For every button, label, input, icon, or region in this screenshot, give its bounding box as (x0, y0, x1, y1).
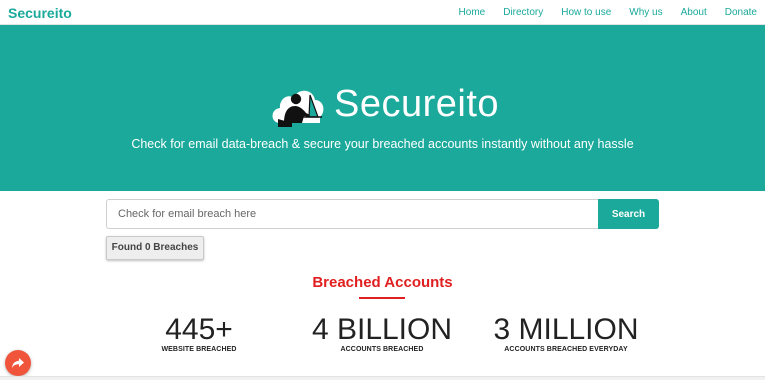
nav-link-donate[interactable]: Donate (725, 7, 757, 18)
found-breaches-badge[interactable]: Found 0 Breaches (106, 236, 204, 260)
hero-subtitle: Check for email data-breach & secure you… (131, 137, 634, 151)
hacker-logo-icon (272, 90, 324, 127)
hero-banner: Secureito Check for email data-breach & … (0, 25, 765, 191)
share-button[interactable] (5, 350, 31, 376)
stat-number: 445+ (165, 313, 233, 346)
email-search-input[interactable] (106, 199, 598, 229)
brand-link[interactable]: Secureito (8, 5, 72, 21)
nav-link-home[interactable]: Home (459, 7, 486, 18)
stat-number: 3 MILLION (493, 313, 639, 346)
breached-accounts-heading: Breached Accounts (312, 274, 453, 291)
share-icon (12, 358, 24, 368)
nav-link-why-us[interactable]: Why us (629, 7, 662, 18)
heading-underline (359, 297, 405, 299)
hero-title: Secureito (334, 83, 500, 125)
nav-link-how-to-use[interactable]: How to use (561, 7, 611, 18)
stat-accounts-breached: 4 BILLION ACCOUNTS BREACHED (302, 313, 462, 354)
stat-label: WEBSITE BREACHED (161, 346, 237, 353)
stat-number: 4 BILLION (311, 313, 453, 346)
stat-label: ACCOUNTS BREACHED (340, 346, 424, 353)
nav-link-about[interactable]: About (681, 7, 707, 18)
bottom-scrollbar[interactable] (0, 376, 765, 380)
top-navbar: Secureito Home Directory How to use Why … (0, 0, 765, 25)
nav-link-directory[interactable]: Directory (503, 7, 543, 18)
stat-accounts-breached-everyday: 3 MILLION ACCOUNTS BREACHED EVERYDAY (486, 313, 646, 354)
stat-label: ACCOUNTS BREACHED EVERYDAY (504, 346, 628, 353)
search-button[interactable]: Search (598, 199, 659, 229)
nav-links: Home Directory How to use Why us About D… (441, 7, 757, 18)
stat-websites-breached: 445+ WEBSITE BREACHED (148, 313, 250, 354)
